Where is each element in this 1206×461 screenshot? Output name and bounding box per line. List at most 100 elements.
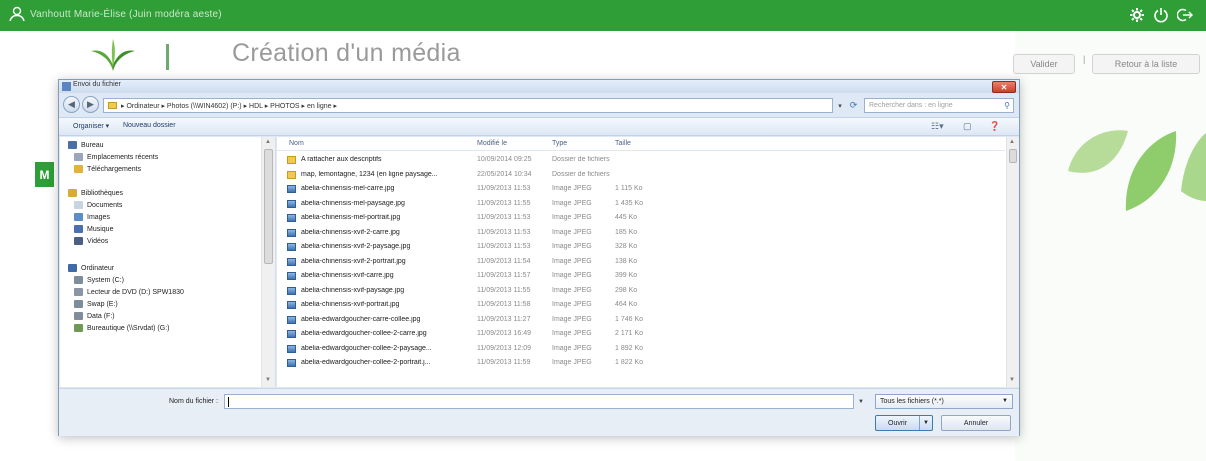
preview-pane-icon[interactable]: ▢ <box>963 121 972 132</box>
logout-icon[interactable] <box>1174 4 1196 26</box>
file-row[interactable]: abelia-edwardgoucher-collee-2-portrait.j… <box>277 356 1005 370</box>
file-type-select[interactable]: Tous les fichiers (*.*) ▼ <box>875 394 1013 409</box>
file-type-value: Tous les fichiers (*.*) <box>880 398 944 405</box>
navigation-pane: ▲ ▼ Bureau Emplacements récents Télécharge… <box>60 137 276 387</box>
videos-icon <box>74 237 83 245</box>
scroll-up-icon[interactable]: ▲ <box>265 139 271 145</box>
folder-icon <box>287 156 296 164</box>
file-row[interactable]: abelia-chinensis-mel-portrait.jpg 11/09/2… <box>277 211 1005 225</box>
forward-arrow-icon[interactable]: ▶ <box>82 96 99 113</box>
file-row[interactable]: abelia-chinensis-xvif-2-portrait.jpg 11/0… <box>277 255 1005 269</box>
column-date[interactable]: Modifié le <box>477 140 507 147</box>
dialog-title: Envoi du fichier <box>73 81 121 88</box>
nav-item[interactable]: Ordinateur <box>68 262 114 274</box>
breadcrumb[interactable]: ▸ Ordinateur ▸ Photos (\\WIN4602) (P:) ▸… <box>103 98 833 113</box>
file-row[interactable]: abelia-edwardgoucher-collee-2-paysage...… <box>277 342 1005 356</box>
nav-item-label: Bureautique (\\Srvdat) (G:) <box>87 324 170 332</box>
file-name: abelia-chinensis-mel-carre.jpg <box>301 185 395 192</box>
settings-gear-icon[interactable] <box>1126 4 1148 26</box>
file-row[interactable]: abelia-chinensis-xvif-portrait.jpg 11/09/… <box>277 298 1005 312</box>
file-row[interactable]: map, lemontagne, 1234 (en ligne paysage.… <box>277 168 1005 182</box>
file-row[interactable]: abelia-chinensis-xvif-carre.jpg 11/09/201… <box>277 269 1005 283</box>
nav-pane-scrollbar[interactable]: ▲ ▼ <box>261 137 275 387</box>
file-name: abelia-edwardgoucher-collee-2-portrait.j… <box>301 359 431 366</box>
file-date: 11/09/2013 11:59 <box>477 359 531 366</box>
file-date: 11/09/2013 11:54 <box>477 257 531 265</box>
nav-item[interactable]: Lecteur de DVD (D:) SPW1830 <box>74 286 184 298</box>
filename-dropdown-icon[interactable]: ▼ <box>856 394 866 409</box>
power-icon[interactable] <box>1150 4 1172 26</box>
nav-item-label: Bureau <box>81 141 104 149</box>
nav-item-label: System (C:) <box>87 276 124 284</box>
scroll-up-icon[interactable]: ▲ <box>1009 139 1015 145</box>
music-icon <box>74 225 83 233</box>
new-folder-button[interactable]: Nouveau dossier <box>123 122 176 129</box>
close-icon[interactable]: ✕ <box>992 81 1016 93</box>
column-size[interactable]: Taille <box>615 140 631 147</box>
file-row[interactable]: abelia-chinensis-xvif-2-paysage.jpg 11/09… <box>277 240 1005 254</box>
nav-item[interactable]: Téléchargements <box>74 163 141 175</box>
file-row[interactable]: abelia-edwardgoucher-carre-collee.jpg 11/… <box>277 313 1005 327</box>
scroll-thumb[interactable] <box>1009 149 1017 163</box>
scroll-down-icon[interactable]: ▼ <box>1009 377 1015 383</box>
open-button[interactable]: Ouvrir ▼ <box>875 415 933 431</box>
file-row[interactable]: abelia-chinensis-xvif-paysage.jpg 11/09/2… <box>277 284 1005 298</box>
image-file-icon <box>287 315 296 324</box>
file-date: 11/09/2013 12:09 <box>477 344 531 352</box>
column-type[interactable]: Type <box>552 140 567 147</box>
nav-item[interactable]: Musique <box>74 223 113 235</box>
nav-item[interactable]: Vidéos <box>74 235 108 247</box>
file-size: 1 892 Ko <box>615 344 644 352</box>
file-type: Image JPEG <box>552 286 592 294</box>
side-tab-m[interactable]: M <box>35 162 54 187</box>
button-separator: | <box>1083 54 1086 64</box>
file-row[interactable]: abelia-chinensis-mel-carre.jpg 11/09/2013… <box>277 182 1005 196</box>
validate-button[interactable]: Valider <box>1013 54 1075 74</box>
breadcrumb-dropdown-icon[interactable]: ▾ <box>835 98 845 113</box>
file-row[interactable]: abelia-chinensis-mel-paysage.jpg 11/09/20… <box>277 197 1005 211</box>
cancel-button[interactable]: Annuler <box>941 415 1011 431</box>
file-type: Image JPEG <box>552 185 592 192</box>
filename-input[interactable] <box>224 394 854 409</box>
nav-item[interactable]: Images <box>74 211 110 223</box>
file-name: abelia-edwardgoucher-collee-2-paysage... <box>301 344 432 352</box>
file-date: 11/09/2013 11:53 <box>477 185 531 192</box>
network-drive-icon <box>74 324 83 332</box>
file-row[interactable]: A rattacher aux descriptifs 10/09/2014 09… <box>277 153 1005 167</box>
refresh-icon[interactable]: ⟳ <box>846 98 861 113</box>
drive-icon <box>74 312 83 320</box>
column-name[interactable]: Nom <box>289 140 304 147</box>
scroll-down-icon[interactable]: ▼ <box>265 377 271 383</box>
nav-item[interactable]: Bureau <box>68 139 104 151</box>
file-row[interactable]: abelia-chinensis-xvif-2-carre.jpg 11/09/2… <box>277 226 1005 240</box>
back-to-list-button[interactable]: Retour à la liste <box>1092 54 1200 74</box>
file-row[interactable]: abelia-edwardgoucher-collee-2-carre.jpg 1… <box>277 327 1005 341</box>
open-split-dropdown-icon[interactable]: ▼ <box>919 416 932 430</box>
file-date: 10/09/2014 09:25 <box>477 156 532 163</box>
search-input[interactable]: Rechercher dans : en ligne ⚲ <box>864 98 1014 113</box>
back-arrow-icon[interactable]: ◀ <box>63 96 80 113</box>
file-date: 11/09/2013 16:49 <box>477 330 531 337</box>
nav-item[interactable]: Bibliothèques <box>68 187 123 199</box>
file-size: 464 Ko <box>615 301 638 308</box>
help-icon[interactable]: ❓ <box>989 121 1000 132</box>
organize-button[interactable]: Organiser ▾ <box>73 122 109 130</box>
nav-item[interactable]: Data (F:) <box>74 310 115 322</box>
file-list-scrollbar[interactable]: ▲ ▼ <box>1006 137 1019 387</box>
file-type: Image JPEG <box>552 214 592 221</box>
user-name-label: Vanhoutt Marie-Élise (Juin modéra aeste) <box>30 9 222 20</box>
dialog-window-icon <box>62 82 71 91</box>
decor-leaves <box>1068 130 1206 211</box>
nav-item[interactable]: Swap (E:) <box>74 298 118 310</box>
nav-item[interactable]: Documents <box>74 199 122 211</box>
file-date: 11/09/2013 11:55 <box>477 199 531 207</box>
page-title: Création d'un média <box>232 39 461 67</box>
scroll-thumb[interactable] <box>264 149 273 264</box>
nav-item[interactable]: Emplacements récents <box>74 151 158 163</box>
nav-item[interactable]: Bureautique (\\Srvdat) (G:) <box>74 322 169 334</box>
nav-item-label: Documents <box>87 201 123 209</box>
view-options-icon[interactable]: ☷▾ <box>931 121 944 132</box>
file-type: Image JPEG <box>552 243 592 250</box>
nav-item[interactable]: System (C:) <box>74 274 124 286</box>
address-row: ◀ ▶ ▸ Ordinateur ▸ Photos (\\WIN4602) (P… <box>59 94 1019 116</box>
